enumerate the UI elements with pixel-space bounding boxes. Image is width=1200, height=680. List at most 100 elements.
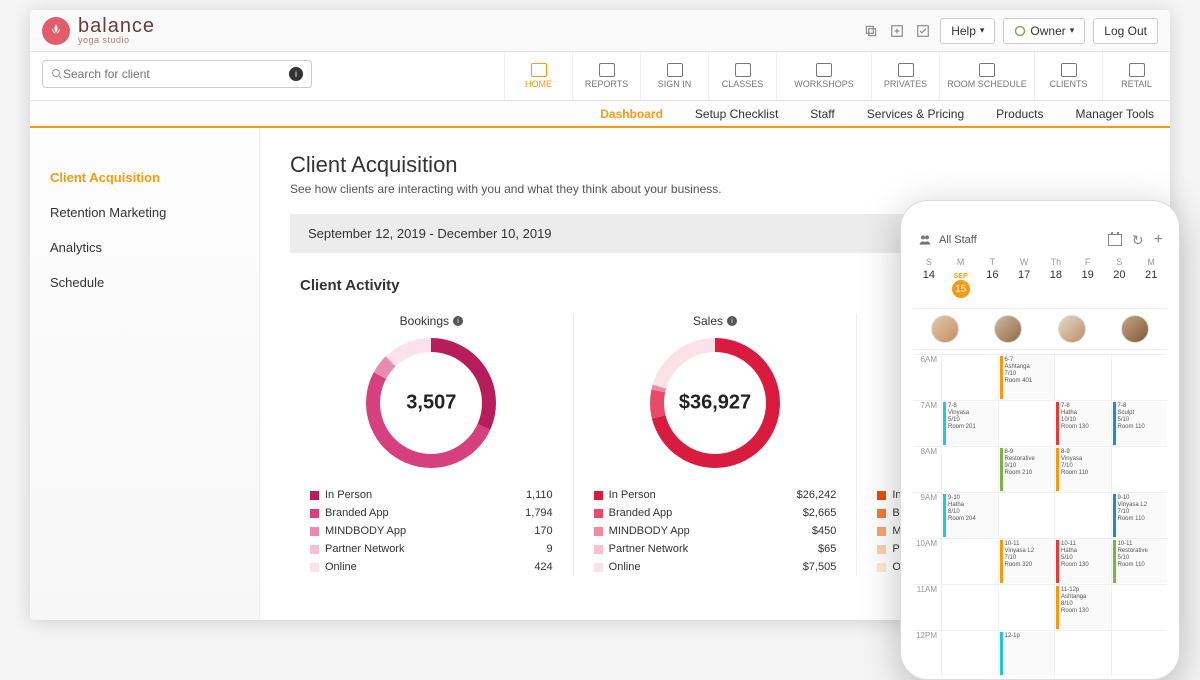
schedule-cell[interactable]: [998, 584, 1055, 630]
schedule-event[interactable]: 9-10Hatha8/10Room 204: [943, 494, 997, 537]
schedule-cell[interactable]: 7-8Vinyasa5/10Room 201: [941, 400, 998, 446]
schedule-cell[interactable]: 10-11Restorative5/10Room 110: [1111, 538, 1168, 584]
copy-icon[interactable]: [862, 22, 880, 40]
schedule-event[interactable]: 12-1p: [1000, 632, 1054, 675]
metric-bookings: Bookings i3,507In Person1,110Branded App…: [290, 314, 574, 576]
search-input[interactable]: [63, 67, 289, 81]
breakdown-row: Online424: [310, 558, 553, 576]
schedule-event[interactable]: 11-12pAshtanga8/10Room 130: [1056, 586, 1110, 629]
help-dropdown[interactable]: Help▾: [940, 18, 995, 44]
nav-retail[interactable]: RETAIL: [1102, 52, 1170, 100]
avatar[interactable]: [931, 315, 959, 343]
schedule-event[interactable]: 8-9Vinyasa7/10Room 110: [1056, 448, 1110, 491]
logout-button[interactable]: Log Out: [1093, 18, 1158, 44]
schedule-cell[interactable]: 7-8Sculpt5/10Room 110: [1111, 400, 1168, 446]
schedule-cell[interactable]: [1111, 584, 1168, 630]
add-icon[interactable]: +: [1154, 231, 1163, 249]
sidebar-item-analytics[interactable]: Analytics: [50, 230, 259, 265]
sidebar-item-retention-marketing[interactable]: Retention Marketing: [50, 195, 259, 230]
schedule-cell[interactable]: [1111, 354, 1168, 400]
brand-name: balance: [78, 16, 155, 36]
schedule-cell[interactable]: [941, 630, 998, 676]
schedule-cell[interactable]: [1111, 446, 1168, 492]
schedule-cell[interactable]: [941, 354, 998, 400]
subnav-dashboard[interactable]: Dashboard: [596, 101, 667, 127]
brand-sub: yoga studio: [78, 36, 155, 45]
plus-box-icon[interactable]: [888, 22, 906, 40]
calendar-day[interactable]: SEP15: [945, 269, 977, 298]
nav-clients[interactable]: CLIENTS: [1034, 52, 1102, 100]
breakdown-row: MINDBODY App170: [310, 522, 553, 540]
nav-reports[interactable]: REPORTS: [572, 52, 640, 100]
schedule-event[interactable]: 10-11Restorative5/10Room 110: [1113, 540, 1167, 583]
schedule-cell[interactable]: 9-10Hatha8/10Room 204: [941, 492, 998, 538]
schedule-cell[interactable]: 7-8Hatha10/10Room 130: [1054, 400, 1111, 446]
schedule-event[interactable]: 7-8Vinyasa5/10Room 201: [943, 402, 997, 445]
subnav-staff[interactable]: Staff: [806, 101, 838, 127]
schedule-cell[interactable]: 11-12pAshtanga8/10Room 130: [1054, 584, 1111, 630]
info-icon[interactable]: i: [727, 316, 737, 326]
calendar-icon[interactable]: [1108, 234, 1122, 246]
schedule-cell[interactable]: [1054, 492, 1111, 538]
calendar-day[interactable]: 17: [1008, 269, 1040, 298]
info-icon[interactable]: i: [289, 67, 303, 81]
subnav-services-pricing[interactable]: Services & Pricing: [863, 101, 968, 127]
calendar-day[interactable]: 16: [977, 269, 1009, 298]
schedule-cell[interactable]: [941, 446, 998, 492]
nav-classes[interactable]: CLASSES: [708, 52, 776, 100]
schedule-event[interactable]: 10-11Vinyasa L27/10Room 320: [1000, 540, 1054, 583]
avatar[interactable]: [994, 315, 1022, 343]
calendar-day[interactable]: 19: [1072, 269, 1104, 298]
schedule-event[interactable]: 10-11Hatha5/10Room 130: [1056, 540, 1110, 583]
nav-home[interactable]: HOME: [504, 52, 572, 100]
breakdown-row: Partner Network$65: [594, 540, 837, 558]
sidebar-item-client-acquisition[interactable]: Client Acquisition: [50, 160, 259, 195]
sidebar-item-schedule[interactable]: Schedule: [50, 265, 259, 300]
schedule-cell[interactable]: [941, 538, 998, 584]
schedule-event[interactable]: 8-9Restorative9/10Room 210: [1000, 448, 1054, 491]
schedule-cell[interactable]: 10-11Hatha5/10Room 130: [1054, 538, 1111, 584]
schedule-cell[interactable]: [998, 492, 1055, 538]
schedule-cell[interactable]: 8-9Vinyasa7/10Room 110: [1054, 446, 1111, 492]
schedule-cell[interactable]: [1111, 630, 1168, 676]
breakdown-row: Online$7,505: [594, 558, 837, 576]
owner-dropdown[interactable]: Owner▾: [1003, 18, 1085, 44]
page-title: Client Acquisition: [290, 152, 1140, 178]
schedule-cell[interactable]: 8-9Restorative9/10Room 210: [998, 446, 1055, 492]
schedule-cell[interactable]: [1054, 354, 1111, 400]
schedule-cell[interactable]: 6-7Ashtanga7/10Room 401: [998, 354, 1055, 400]
subnav-manager-tools[interactable]: Manager Tools: [1072, 101, 1159, 127]
schedule-cell[interactable]: 12-1p: [998, 630, 1055, 676]
schedule-cell[interactable]: 9-10Vinyasa L27/10Room 110: [1111, 492, 1168, 538]
breakdown-row: MINDBODY App$450: [594, 522, 837, 540]
schedule-cell[interactable]: [941, 584, 998, 630]
nav-privates[interactable]: PRIVATES: [871, 52, 939, 100]
client-search[interactable]: i: [42, 60, 312, 88]
people-icon: [917, 232, 933, 248]
info-icon[interactable]: i: [453, 316, 463, 326]
nav-sign-in[interactable]: SIGN IN: [640, 52, 708, 100]
schedule-event[interactable]: 9-10Vinyasa L27/10Room 110: [1113, 494, 1167, 537]
staff-label[interactable]: All Staff: [939, 234, 977, 246]
subnav-products[interactable]: Products: [992, 101, 1047, 127]
schedule-cell[interactable]: 10-11Vinyasa L27/10Room 320: [998, 538, 1055, 584]
avatar[interactable]: [1121, 315, 1149, 343]
schedule-event[interactable]: 7-8Sculpt5/10Room 110: [1113, 402, 1167, 445]
calendar-day[interactable]: 14: [913, 269, 945, 298]
schedule-cell[interactable]: [1054, 630, 1111, 676]
calendar-day[interactable]: 21: [1135, 269, 1167, 298]
metric-value: $36,927: [679, 392, 751, 415]
calendar-day[interactable]: 20: [1104, 269, 1136, 298]
calendar-day[interactable]: 18: [1040, 269, 1072, 298]
nav-workshops[interactable]: WORKSHOPS: [776, 52, 871, 100]
subnav-setup-checklist[interactable]: Setup Checklist: [691, 101, 782, 127]
mobile-schedule-overlay: All Staff ↻ + SMTWThFSM 14SEP15161718192…: [900, 200, 1180, 680]
avatar[interactable]: [1058, 315, 1086, 343]
check-box-icon[interactable]: [914, 22, 932, 40]
refresh-icon[interactable]: ↻: [1132, 232, 1144, 249]
schedule-cell[interactable]: [998, 400, 1055, 446]
schedule-event[interactable]: 7-8Hatha10/10Room 130: [1056, 402, 1110, 445]
nav-room-schedule[interactable]: ROOM SCHEDULE: [939, 52, 1034, 100]
breakdown-row: Partner Network9: [310, 540, 553, 558]
schedule-event[interactable]: 6-7Ashtanga7/10Room 401: [1000, 356, 1054, 399]
